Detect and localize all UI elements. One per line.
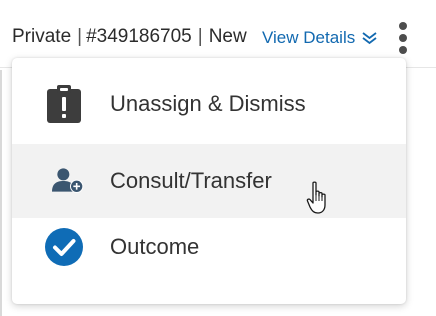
- menu-item-label: Consult/Transfer: [110, 168, 272, 193]
- clipboard-alert-icon: [42, 82, 86, 126]
- vertical-ellipsis-icon: [399, 46, 407, 54]
- view-details-label: View Details: [262, 28, 356, 47]
- vertical-ellipsis-icon: [399, 22, 407, 30]
- more-actions-button[interactable]: [396, 21, 410, 55]
- double-chevron-down-icon: [362, 32, 377, 45]
- menu-item-consult-transfer[interactable]: Consult/Transfer: [12, 144, 406, 218]
- separator: |: [77, 26, 83, 47]
- case-number: #349186705: [86, 26, 192, 47]
- menu-item-outcome[interactable]: Outcome: [12, 210, 406, 284]
- background-panel-edge: [0, 70, 2, 316]
- status-label: New: [208, 26, 247, 47]
- privacy-label: Private: [12, 26, 72, 47]
- actions-dropdown-menu: Unassign & Dismiss Consult/Transfer Outc…: [12, 58, 406, 304]
- separator: |: [197, 26, 203, 47]
- case-summary: Private | #349186705 | New: [12, 25, 253, 49]
- add-user-icon: [42, 159, 86, 203]
- check-circle-icon: [42, 225, 86, 269]
- vertical-ellipsis-icon: [399, 34, 407, 42]
- menu-item-label: Unassign & Dismiss: [110, 91, 306, 116]
- view-details-link[interactable]: View Details: [262, 28, 378, 48]
- menu-item-label: Outcome: [110, 234, 200, 259]
- screen: Private|#349186705|New View Details: [0, 0, 436, 316]
- menu-item-unassign-dismiss[interactable]: Unassign & Dismiss: [12, 67, 406, 141]
